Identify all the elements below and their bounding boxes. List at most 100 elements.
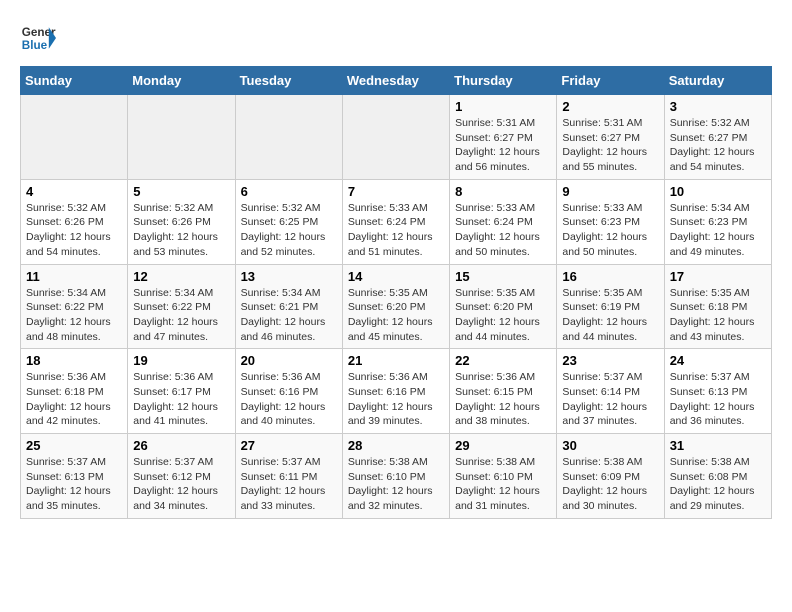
calendar-header-tuesday: Tuesday [235, 67, 342, 95]
calendar-cell: 17 Sunrise: 5:35 AMSunset: 6:18 PMDayligh… [664, 264, 771, 349]
day-number: 9 [562, 184, 658, 199]
day-number: 3 [670, 99, 766, 114]
calendar-header-row: SundayMondayTuesdayWednesdayThursdayFrid… [21, 67, 772, 95]
calendar-cell: 12 Sunrise: 5:34 AMSunset: 6:22 PMDayligh… [128, 264, 235, 349]
day-info: Sunrise: 5:37 AMSunset: 6:12 PMDaylight:… [133, 455, 229, 514]
day-number: 26 [133, 438, 229, 453]
calendar-cell: 15 Sunrise: 5:35 AMSunset: 6:20 PMDayligh… [450, 264, 557, 349]
day-info: Sunrise: 5:36 AMSunset: 6:17 PMDaylight:… [133, 370, 229, 429]
calendar-header-sunday: Sunday [21, 67, 128, 95]
calendar-cell: 31 Sunrise: 5:38 AMSunset: 6:08 PMDayligh… [664, 434, 771, 519]
calendar-cell: 19 Sunrise: 5:36 AMSunset: 6:17 PMDayligh… [128, 349, 235, 434]
calendar-cell: 24Sunrise: 5:37 AMSunset: 6:13 PMDayligh… [664, 349, 771, 434]
day-number: 11 [26, 269, 122, 284]
day-info: Sunrise: 5:38 AMSunset: 6:10 PMDaylight:… [348, 455, 444, 514]
day-info: Sunrise: 5:38 AMSunset: 6:08 PMDaylight:… [670, 455, 766, 514]
day-number: 29 [455, 438, 551, 453]
day-info: Sunrise: 5:32 AMSunset: 6:25 PMDaylight:… [241, 201, 337, 260]
day-number: 25 [26, 438, 122, 453]
day-number: 31 [670, 438, 766, 453]
day-info: Sunrise: 5:32 AMSunset: 6:26 PMDaylight:… [26, 201, 122, 260]
calendar-cell: 26 Sunrise: 5:37 AMSunset: 6:12 PMDayligh… [128, 434, 235, 519]
calendar-cell [235, 95, 342, 180]
calendar-cell: 4 Sunrise: 5:32 AMSunset: 6:26 PMDaylight… [21, 179, 128, 264]
day-info: Sunrise: 5:36 AMSunset: 6:18 PMDaylight:… [26, 370, 122, 429]
day-number: 16 [562, 269, 658, 284]
day-info: Sunrise: 5:31 AMSunset: 6:27 PMDaylight:… [562, 116, 658, 175]
day-info: Sunrise: 5:33 AMSunset: 6:24 PMDaylight:… [455, 201, 551, 260]
calendar-cell: 3 Sunrise: 5:32 AMSunset: 6:27 PMDaylight… [664, 95, 771, 180]
day-info: Sunrise: 5:31 AMSunset: 6:27 PMDaylight:… [455, 116, 551, 175]
calendar-header-wednesday: Wednesday [342, 67, 449, 95]
day-info: Sunrise: 5:33 AMSunset: 6:23 PMDaylight:… [562, 201, 658, 260]
day-number: 24 [670, 353, 766, 368]
calendar-cell: 22 Sunrise: 5:36 AMSunset: 6:15 PMDayligh… [450, 349, 557, 434]
day-info: Sunrise: 5:34 AMSunset: 6:22 PMDaylight:… [26, 286, 122, 345]
calendar-cell: 21Sunrise: 5:36 AMSunset: 6:16 PMDayligh… [342, 349, 449, 434]
day-number: 8 [455, 184, 551, 199]
day-info: Sunrise: 5:35 AMSunset: 6:20 PMDaylight:… [455, 286, 551, 345]
day-number: 4 [26, 184, 122, 199]
logo-icon: General Blue [20, 20, 56, 56]
calendar-cell: 28Sunrise: 5:38 AMSunset: 6:10 PMDayligh… [342, 434, 449, 519]
day-number: 22 [455, 353, 551, 368]
calendar-week-row: 1 Sunrise: 5:31 AMSunset: 6:27 PMDaylight… [21, 95, 772, 180]
day-info: Sunrise: 5:37 AMSunset: 6:13 PMDaylight:… [26, 455, 122, 514]
day-info: Sunrise: 5:34 AMSunset: 6:23 PMDaylight:… [670, 201, 766, 260]
calendar-week-row: 25 Sunrise: 5:37 AMSunset: 6:13 PMDayligh… [21, 434, 772, 519]
calendar-header-saturday: Saturday [664, 67, 771, 95]
calendar-cell: 14 Sunrise: 5:35 AMSunset: 6:20 PMDayligh… [342, 264, 449, 349]
calendar-header-monday: Monday [128, 67, 235, 95]
day-info: Sunrise: 5:35 AMSunset: 6:18 PMDaylight:… [670, 286, 766, 345]
day-number: 2 [562, 99, 658, 114]
calendar-header-thursday: Thursday [450, 67, 557, 95]
day-info: Sunrise: 5:36 AMSunset: 6:15 PMDaylight:… [455, 370, 551, 429]
calendar-cell: 30 Sunrise: 5:38 AMSunset: 6:09 PMDayligh… [557, 434, 664, 519]
day-info: Sunrise: 5:35 AMSunset: 6:20 PMDaylight:… [348, 286, 444, 345]
day-number: 1 [455, 99, 551, 114]
calendar-cell: 7Sunrise: 5:33 AMSunset: 6:24 PMDaylight… [342, 179, 449, 264]
svg-text:Blue: Blue [22, 39, 48, 52]
day-info: Sunrise: 5:32 AMSunset: 6:27 PMDaylight:… [670, 116, 766, 175]
day-number: 18 [26, 353, 122, 368]
calendar-week-row: 18 Sunrise: 5:36 AMSunset: 6:18 PMDayligh… [21, 349, 772, 434]
calendar-week-row: 4 Sunrise: 5:32 AMSunset: 6:26 PMDaylight… [21, 179, 772, 264]
logo: General Blue [20, 20, 56, 56]
day-info: Sunrise: 5:34 AMSunset: 6:22 PMDaylight:… [133, 286, 229, 345]
calendar-week-row: 11 Sunrise: 5:34 AMSunset: 6:22 PMDayligh… [21, 264, 772, 349]
calendar-cell [128, 95, 235, 180]
day-number: 15 [455, 269, 551, 284]
day-number: 5 [133, 184, 229, 199]
day-info: Sunrise: 5:38 AMSunset: 6:09 PMDaylight:… [562, 455, 658, 514]
calendar-cell [342, 95, 449, 180]
calendar-cell: 8 Sunrise: 5:33 AMSunset: 6:24 PMDaylight… [450, 179, 557, 264]
page-header: General Blue [20, 20, 772, 56]
day-info: Sunrise: 5:38 AMSunset: 6:10 PMDaylight:… [455, 455, 551, 514]
day-number: 13 [241, 269, 337, 284]
calendar-header-friday: Friday [557, 67, 664, 95]
calendar-cell: 29 Sunrise: 5:38 AMSunset: 6:10 PMDayligh… [450, 434, 557, 519]
day-info: Sunrise: 5:36 AMSunset: 6:16 PMDaylight:… [241, 370, 337, 429]
day-number: 12 [133, 269, 229, 284]
day-info: Sunrise: 5:37 AMSunset: 6:11 PMDaylight:… [241, 455, 337, 514]
day-number: 30 [562, 438, 658, 453]
day-number: 23 [562, 353, 658, 368]
day-number: 7 [348, 184, 444, 199]
day-info: Sunrise: 5:37 AMSunset: 6:14 PMDaylight:… [562, 370, 658, 429]
calendar-cell: 20 Sunrise: 5:36 AMSunset: 6:16 PMDayligh… [235, 349, 342, 434]
calendar-cell: 5Sunrise: 5:32 AMSunset: 6:26 PMDaylight… [128, 179, 235, 264]
day-number: 17 [670, 269, 766, 284]
day-number: 14 [348, 269, 444, 284]
day-info: Sunrise: 5:36 AMSunset: 6:16 PMDaylight:… [348, 370, 444, 429]
calendar-cell: 10Sunrise: 5:34 AMSunset: 6:23 PMDayligh… [664, 179, 771, 264]
calendar-cell: 9 Sunrise: 5:33 AMSunset: 6:23 PMDaylight… [557, 179, 664, 264]
calendar-cell: 16 Sunrise: 5:35 AMSunset: 6:19 PMDayligh… [557, 264, 664, 349]
day-number: 19 [133, 353, 229, 368]
calendar-cell: 11 Sunrise: 5:34 AMSunset: 6:22 PMDayligh… [21, 264, 128, 349]
calendar-table: SundayMondayTuesdayWednesdayThursdayFrid… [20, 66, 772, 519]
day-number: 20 [241, 353, 337, 368]
calendar-cell: 23 Sunrise: 5:37 AMSunset: 6:14 PMDayligh… [557, 349, 664, 434]
day-number: 6 [241, 184, 337, 199]
calendar-cell: 6 Sunrise: 5:32 AMSunset: 6:25 PMDaylight… [235, 179, 342, 264]
day-info: Sunrise: 5:35 AMSunset: 6:19 PMDaylight:… [562, 286, 658, 345]
